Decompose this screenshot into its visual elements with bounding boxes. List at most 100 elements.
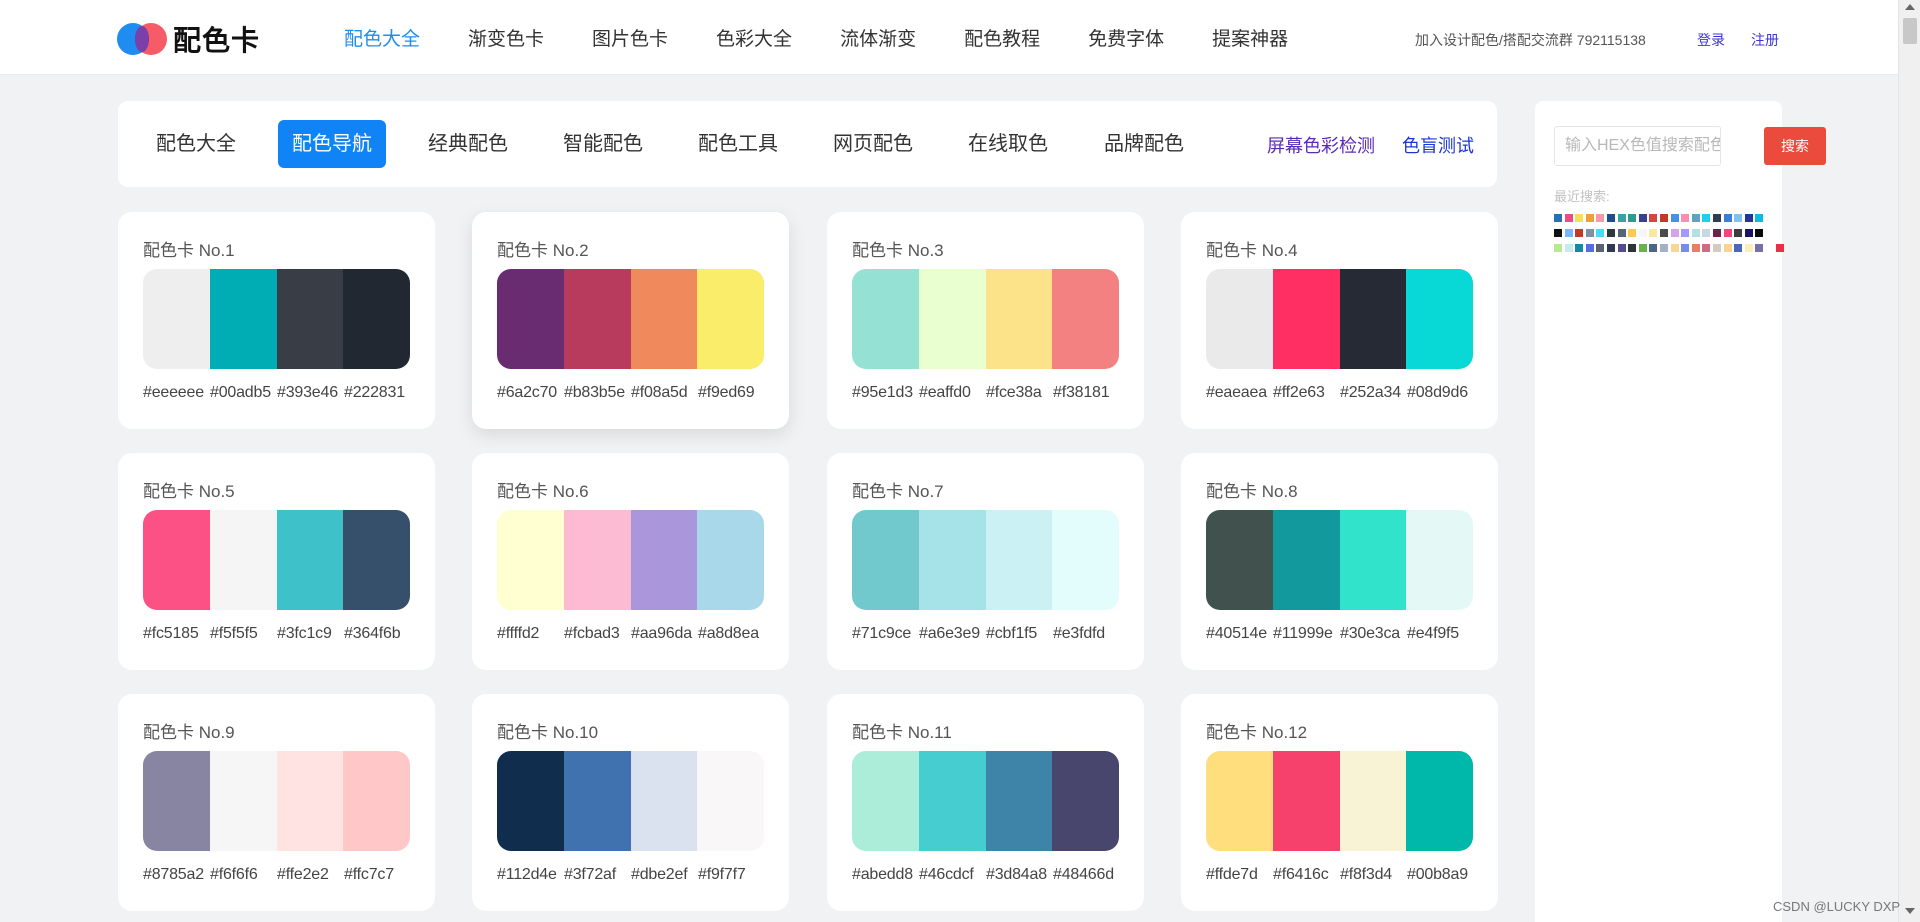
- scroll-thumb[interactable]: [1903, 18, 1917, 44]
- hex-code[interactable]: #aa96da: [631, 625, 698, 643]
- recent-color-dot[interactable]: [1606, 244, 1615, 252]
- palette-card[interactable]: 配色卡 No.10 #112d4e #3f72af #dbe2ef #f9f7f7: [472, 694, 789, 911]
- color-swatch[interactable]: [697, 751, 764, 851]
- palette-card[interactable]: 配色卡 No.3 #95e1d3 #eaffd0 #fce38a #f38181: [827, 212, 1144, 429]
- hex-code[interactable]: #fce38a: [986, 384, 1053, 402]
- hex-code[interactable]: #3d84a8: [986, 866, 1053, 884]
- hex-code[interactable]: #00adb5: [210, 384, 277, 402]
- nav-item-proposal-tool[interactable]: 提案神器: [1212, 24, 1288, 51]
- color-swatch[interactable]: [852, 269, 919, 369]
- color-swatch[interactable]: [1052, 269, 1119, 369]
- recent-color-dot[interactable]: [1585, 244, 1594, 252]
- color-swatch[interactable]: [630, 510, 698, 610]
- hex-code[interactable]: #48466d: [1053, 866, 1120, 884]
- hex-code[interactable]: #eeeeee: [143, 384, 210, 402]
- recent-color-dot[interactable]: [1734, 214, 1743, 222]
- hex-code[interactable]: #3fc1c9: [277, 625, 344, 643]
- recent-color-dot[interactable]: [1575, 214, 1584, 222]
- color-swatch[interactable]: [918, 510, 986, 610]
- color-swatch[interactable]: [343, 510, 410, 610]
- nav-item-gradients[interactable]: 渐变色卡: [468, 24, 544, 51]
- color-swatch[interactable]: [276, 751, 344, 851]
- recent-color-dot[interactable]: [1744, 244, 1753, 252]
- recent-color-dot[interactable]: [1691, 244, 1700, 252]
- hex-code[interactable]: #f9f7f7: [698, 866, 765, 884]
- hex-search-input[interactable]: [1554, 126, 1721, 166]
- color-swatch[interactable]: [143, 510, 210, 610]
- recent-color-dot[interactable]: [1734, 244, 1743, 252]
- hex-code[interactable]: #ffde7d: [1206, 866, 1273, 884]
- page-scrollbar[interactable]: [1898, 0, 1920, 922]
- hex-code[interactable]: #f6416c: [1273, 866, 1340, 884]
- tab-palette-nav[interactable]: 配色导航: [278, 120, 386, 168]
- recent-color-dot[interactable]: [1681, 214, 1690, 222]
- palette-card[interactable]: 配色卡 No.6 #ffffd2 #fcbad3 #aa96da #a8d8ea: [472, 453, 789, 670]
- hex-code[interactable]: #30e3ca: [1340, 625, 1407, 643]
- recent-color-dot[interactable]: [1638, 229, 1647, 237]
- hex-code[interactable]: #abedd8: [852, 866, 919, 884]
- hex-code[interactable]: #b83b5e: [564, 384, 631, 402]
- recent-color-dot[interactable]: [1649, 214, 1658, 222]
- tab-palettes[interactable]: 配色大全: [142, 120, 250, 168]
- color-swatch[interactable]: [563, 510, 631, 610]
- hex-code[interactable]: #00b8a9: [1407, 866, 1474, 884]
- recent-color-dot[interactable]: [1575, 244, 1584, 252]
- login-link[interactable]: 登录: [1697, 30, 1725, 50]
- color-swatch[interactable]: [563, 269, 631, 369]
- color-swatch[interactable]: [497, 751, 564, 851]
- tab-web[interactable]: 网页配色: [819, 120, 927, 168]
- color-swatch[interactable]: [697, 269, 764, 369]
- nav-item-tutorials[interactable]: 配色教程: [964, 24, 1040, 51]
- recent-color-dot[interactable]: [1691, 229, 1700, 237]
- recent-color-dot[interactable]: [1659, 244, 1668, 252]
- color-swatch[interactable]: [1272, 510, 1340, 610]
- recent-color-dot[interactable]: [1554, 244, 1562, 252]
- hex-code[interactable]: #f38181: [1053, 384, 1120, 402]
- hex-code[interactable]: #8785a2: [143, 866, 210, 884]
- color-swatch[interactable]: [918, 751, 986, 851]
- hex-code[interactable]: #364f6b: [344, 625, 411, 643]
- recent-color-dot[interactable]: [1765, 244, 1774, 252]
- recent-color-dot[interactable]: [1659, 229, 1668, 237]
- hex-code[interactable]: #252a34: [1340, 384, 1407, 402]
- color-swatch[interactable]: [1406, 269, 1473, 369]
- recent-color-dot[interactable]: [1670, 244, 1679, 252]
- hex-code[interactable]: #cbf1f5: [986, 625, 1053, 643]
- scroll-up-arrow-icon[interactable]: [1905, 4, 1915, 10]
- recent-color-dot[interactable]: [1628, 214, 1637, 222]
- hex-code[interactable]: #112d4e: [497, 866, 564, 884]
- recent-color-dot[interactable]: [1575, 229, 1584, 237]
- hex-code[interactable]: #08d9d6: [1407, 384, 1474, 402]
- screen-color-detect-link[interactable]: 屏幕色彩检测: [1267, 132, 1375, 158]
- recent-color-dot[interactable]: [1628, 244, 1637, 252]
- color-swatch[interactable]: [276, 510, 344, 610]
- color-swatch[interactable]: [209, 510, 277, 610]
- recent-color-dot[interactable]: [1723, 229, 1732, 237]
- hex-code[interactable]: #ffc7c7: [344, 866, 411, 884]
- recent-color-dot[interactable]: [1554, 214, 1562, 222]
- color-blind-test-link[interactable]: 色盲测试: [1402, 132, 1474, 158]
- palette-card[interactable]: 配色卡 No.4 #eaeaea #ff2e63 #252a34 #08d9d6: [1181, 212, 1498, 429]
- recent-color-dot[interactable]: [1681, 229, 1690, 237]
- hex-code[interactable]: #f08a5d: [631, 384, 698, 402]
- recent-color-dot[interactable]: [1659, 214, 1668, 222]
- recent-color-dot[interactable]: [1691, 214, 1700, 222]
- color-swatch[interactable]: [1206, 751, 1273, 851]
- recent-color-dot[interactable]: [1712, 229, 1721, 237]
- hex-code[interactable]: #e4f9f5: [1407, 625, 1474, 643]
- recent-color-dot[interactable]: [1670, 214, 1679, 222]
- hex-code[interactable]: #71c9ce: [852, 625, 919, 643]
- palette-card[interactable]: 配色卡 No.1 #eeeeee #00adb5 #393e46 #222831: [118, 212, 435, 429]
- palette-card[interactable]: 配色卡 No.12 #ffde7d #f6416c #f8f3d4 #00b8a9: [1181, 694, 1498, 911]
- color-swatch[interactable]: [343, 751, 410, 851]
- hex-code[interactable]: #dbe2ef: [631, 866, 698, 884]
- color-swatch[interactable]: [563, 751, 631, 851]
- recent-color-dot[interactable]: [1755, 244, 1764, 252]
- site-logo[interactable]: 配色卡: [117, 22, 260, 56]
- palette-card[interactable]: 配色卡 No.5 #fc5185 #f5f5f5 #3fc1c9 #364f6b: [118, 453, 435, 670]
- recent-color-dot[interactable]: [1649, 229, 1658, 237]
- palette-card[interactable]: 配色卡 No.8 #40514e #11999e #30e3ca #e4f9f5: [1181, 453, 1498, 670]
- tab-classic[interactable]: 经典配色: [414, 120, 522, 168]
- palette-card[interactable]: 配色卡 No.9 #8785a2 #f6f6f6 #ffe2e2 #ffc7c7: [118, 694, 435, 911]
- hex-code[interactable]: #fc5185: [143, 625, 210, 643]
